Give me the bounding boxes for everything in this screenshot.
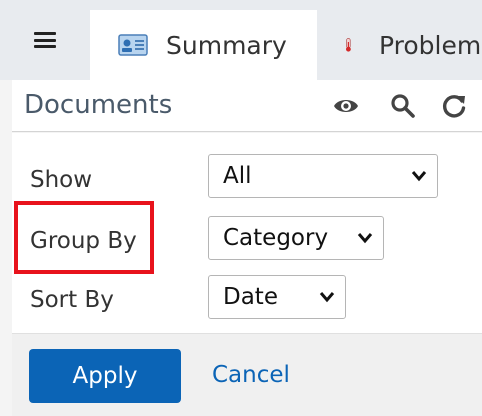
group-by-select[interactable]: Category [208,216,384,260]
chevron-down-icon [357,233,373,244]
eye-icon[interactable] [332,92,360,120]
tab-problems-label: Problems [379,30,482,60]
refresh-icon[interactable] [440,92,468,120]
tab-summary[interactable]: Summary [90,10,317,80]
sort-by-label: Sort By [30,287,114,313]
search-icon[interactable] [389,92,417,120]
chevron-down-icon [319,292,335,303]
group-by-select-value: Category [223,225,329,251]
chevron-down-icon [411,171,427,182]
group-by-highlight-box [14,201,154,274]
hamburger-icon [34,32,56,48]
form-footer: Apply Cancel [12,333,482,416]
show-select-value: All [223,163,252,189]
show-label: Show [30,167,93,193]
sort-by-select[interactable]: Date [208,275,346,319]
cancel-link[interactable]: Cancel [212,362,290,388]
summary-card-icon [118,34,148,56]
tab-problems[interactable]: Problems [317,10,482,80]
hamburger-menu-button[interactable] [0,0,90,80]
thermometer-icon [346,38,351,52]
sort-by-select-value: Date [223,284,278,310]
tab-summary-label: Summary [166,30,287,60]
show-select[interactable]: All [208,154,438,198]
documents-panel-header: Documents [12,80,482,132]
panel-title: Documents [24,90,173,120]
tab-bar: Summary Problems [0,0,482,80]
apply-button[interactable]: Apply [29,349,181,403]
